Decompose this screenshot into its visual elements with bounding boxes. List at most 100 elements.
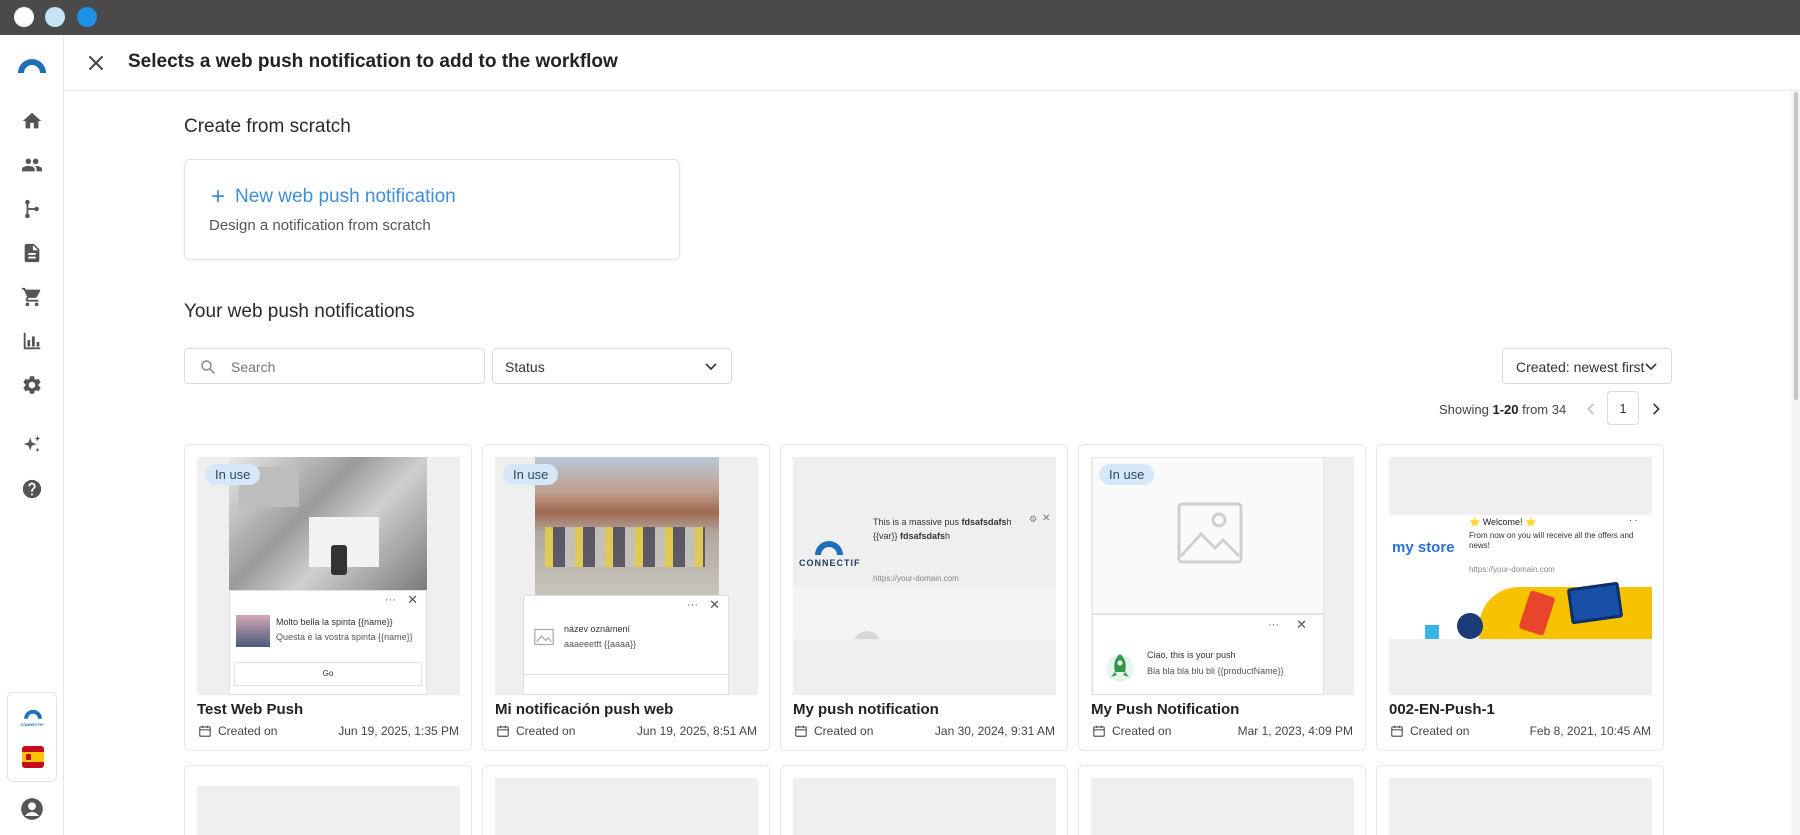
push-thumbnail: [236, 615, 270, 647]
status-filter-label: Status: [505, 359, 545, 375]
plus-icon: +: [211, 183, 226, 210]
push-title: Mi notificación push web: [495, 701, 674, 718]
in-use-badge: In use: [1099, 464, 1155, 485]
created-label: Created on: [1112, 724, 1172, 738]
created-date: Jan 30, 2024, 9:31 AM: [934, 724, 1055, 738]
in-use-badge: In use: [205, 464, 261, 485]
ai-sparkle-icon[interactable]: [19, 432, 45, 458]
prev-page-icon[interactable]: [1583, 401, 1599, 417]
paging-summary: Showing 1-20 from 34: [1439, 402, 1567, 417]
window-close-dot[interactable]: [14, 7, 34, 27]
push-card[interactable]: In use ··· ✕ Ciao, this is your push Bla…: [1078, 444, 1366, 751]
connectif-logo[interactable]: [15, 53, 49, 75]
created-date: Mar 1, 2023, 4:09 PM: [1237, 724, 1353, 738]
new-web-push-card[interactable]: + New web push notification Design a not…: [184, 159, 680, 260]
connectif-brand-icon: [24, 709, 42, 719]
content-icon[interactable]: [19, 240, 45, 266]
created-date: Jun 19, 2025, 8:51 AM: [636, 724, 757, 738]
page-title: Selects a web push notification to add t…: [128, 51, 618, 72]
settings-icon[interactable]: [19, 372, 45, 398]
contacts-icon[interactable]: [19, 152, 45, 178]
push-popup: my store ⭐ Welcome! ⭐ From now on you wi…: [1389, 515, 1652, 639]
cart-icon[interactable]: [19, 284, 45, 310]
sidebar: CONNECTIF: [0, 35, 64, 835]
illustration-bg: [1479, 587, 1652, 639]
created-label: Created on: [1410, 724, 1470, 738]
push-preview: my store ⭐ Welcome! ⭐ From now on you wi…: [1389, 457, 1652, 695]
created-date: Feb 8, 2021, 10:45 AM: [1529, 724, 1651, 738]
window-titlebar: [0, 0, 1800, 35]
search-input[interactable]: [231, 355, 471, 379]
push-card-placeholder[interactable]: [184, 765, 472, 835]
push-preview: In use ··· ✕ Ciao, this is your push Bla…: [1091, 457, 1354, 695]
main-content: Create from scratch + New web push notif…: [64, 91, 1800, 835]
brand-text: CONNECTIF: [20, 722, 44, 727]
connectif-brand-icon: [815, 541, 843, 555]
new-web-push-button[interactable]: + New web push notification: [211, 183, 456, 210]
created-label: Created on: [516, 724, 576, 738]
close-icon: ✕: [407, 592, 418, 607]
push-title: Test Web Push: [197, 701, 304, 718]
search-icon: [201, 360, 215, 374]
push-card[interactable]: In use ··· ✕ Molto bella la spinta {{nam…: [184, 444, 472, 751]
push-card-placeholder[interactable]: [780, 765, 1068, 835]
push-popup: ··· ✕ Ciao, this is your push Bla bla bl…: [1092, 614, 1324, 695]
page-number[interactable]: 1: [1607, 391, 1639, 425]
rocket-icon: [1106, 654, 1134, 682]
page-header: Selects a web push notification to add t…: [64, 35, 1800, 91]
close-icon: ✕: [1296, 617, 1307, 632]
push-card[interactable]: CONNECTIF This is a massive pus fdsafsda…: [780, 444, 1068, 751]
push-card-placeholder[interactable]: [1078, 765, 1366, 835]
next-page-icon[interactable]: [1648, 401, 1664, 417]
more-icon: ···: [1268, 619, 1279, 631]
help-icon[interactable]: [19, 476, 45, 502]
push-card[interactable]: my store ⭐ Welcome! ⭐ From now on you wi…: [1376, 444, 1664, 751]
push-popup: ··· ✕ název oznámení aaaeeettt {{aaaa}}: [523, 595, 729, 695]
image-placeholder-icon: [1177, 502, 1243, 564]
calendar-icon: [497, 725, 509, 737]
push-preview: CONNECTIF This is a massive pus fdsafsda…: [793, 457, 1056, 695]
list-heading: Your web push notifications: [184, 301, 415, 322]
laptop-illustration: [1566, 581, 1624, 625]
push-title: 002-EN-Push-1: [1389, 701, 1495, 718]
created-date: Jun 19, 2025, 1:35 PM: [338, 724, 459, 738]
user-avatar-icon[interactable]: [19, 796, 45, 822]
more-icon: ···: [687, 599, 698, 611]
push-popup: CONNECTIF This is a massive pus fdsafsda…: [793, 457, 1056, 588]
search-field[interactable]: [184, 348, 485, 384]
push-preview: In use ··· ✕ název oznámení aaaeeettt {{…: [495, 457, 758, 695]
push-card-placeholder[interactable]: [1376, 765, 1664, 835]
created-label: Created on: [814, 724, 874, 738]
sort-select[interactable]: Created: newest first: [1502, 348, 1672, 384]
window-maximize-dot[interactable]: [77, 7, 97, 27]
brand-logo-text: CONNECTIF: [799, 558, 861, 568]
scrollbar-thumb[interactable]: [1794, 92, 1798, 400]
gear-icon: ⚙: [1029, 514, 1038, 524]
calendar-icon: [1093, 725, 1105, 737]
new-web-push-description: Design a notification from scratch: [209, 217, 431, 234]
account-switcher[interactable]: CONNECTIF: [7, 692, 57, 782]
calendar-icon: [1391, 725, 1403, 737]
workflow-icon[interactable]: [19, 196, 45, 222]
preview-photo: [535, 457, 719, 595]
create-heading: Create from scratch: [184, 116, 351, 137]
chevron-down-icon: [705, 363, 717, 370]
analytics-icon[interactable]: [19, 328, 45, 354]
paging-range: 1-20: [1492, 402, 1519, 417]
push-card[interactable]: In use ··· ✕ název oznámení aaaeeettt {{…: [482, 444, 770, 751]
more-icon: · ·: [1629, 515, 1638, 525]
close-icon[interactable]: [84, 51, 108, 75]
gear-illustration: [1457, 613, 1483, 639]
window-minimize-dot[interactable]: [45, 7, 65, 27]
push-card-placeholder[interactable]: [482, 765, 770, 835]
close-icon: ✕: [1042, 513, 1051, 524]
chevron-down-icon: [1645, 363, 1657, 370]
status-filter-select[interactable]: Status: [492, 348, 732, 384]
push-title: My Push Notification: [1091, 701, 1240, 718]
spain-flag-icon: [22, 746, 44, 768]
created-label: Created on: [218, 724, 278, 738]
home-icon[interactable]: [19, 108, 45, 134]
push-preview: In use ··· ✕ Molto bella la spinta {{nam…: [197, 457, 460, 695]
push-title: My push notification: [793, 701, 939, 718]
more-icon: ···: [385, 594, 396, 606]
